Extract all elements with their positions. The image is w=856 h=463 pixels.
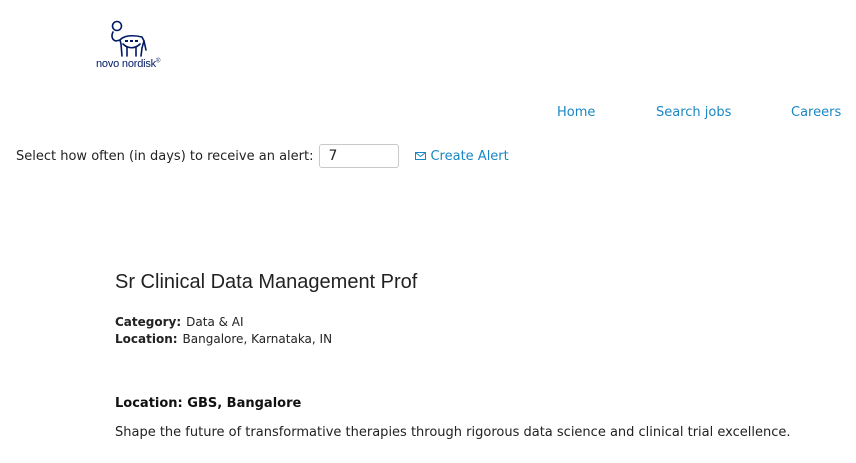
alert-frequency-input[interactable] — [319, 144, 400, 168]
create-alert-button[interactable]: Create Alert — [415, 148, 509, 164]
job-category: Category: Data & AI — [115, 315, 244, 329]
description-location-heading: Location: GBS, Bangalore — [115, 396, 302, 411]
registered-mark: ® — [155, 58, 161, 65]
job-alert-row: Select how often (in days) to receive an… — [16, 143, 509, 169]
nav-link-search-jobs[interactable]: Search jobs — [656, 105, 731, 120]
job-posting-page: novo nordisk® Home Search jobs Careers S… — [0, 0, 856, 463]
category-label: Category: — [115, 315, 182, 329]
nav-link-careers[interactable]: Careers — [791, 105, 841, 120]
alert-frequency-label: Select how often (in days) to receive an… — [16, 148, 314, 164]
location-value: Bangalore, Karnataka, IN — [182, 332, 333, 346]
novo-nordisk-logo[interactable]: novo nordisk® — [96, 20, 176, 74]
location-label: Location: — [115, 332, 178, 346]
job-location: Location: Bangalore, Karnataka, IN — [115, 332, 332, 346]
job-description-intro: Shape the future of transformative thera… — [115, 425, 791, 440]
logo-wordmark: novo nordisk — [96, 58, 156, 70]
category-value: Data & AI — [186, 315, 244, 329]
envelope-icon — [415, 152, 427, 160]
job-title: Sr Clinical Data Management Prof — [115, 271, 418, 293]
nav-link-home[interactable]: Home — [557, 105, 595, 120]
create-alert-label: Create Alert — [430, 148, 509, 164]
apis-bull-logo-icon — [111, 20, 147, 57]
